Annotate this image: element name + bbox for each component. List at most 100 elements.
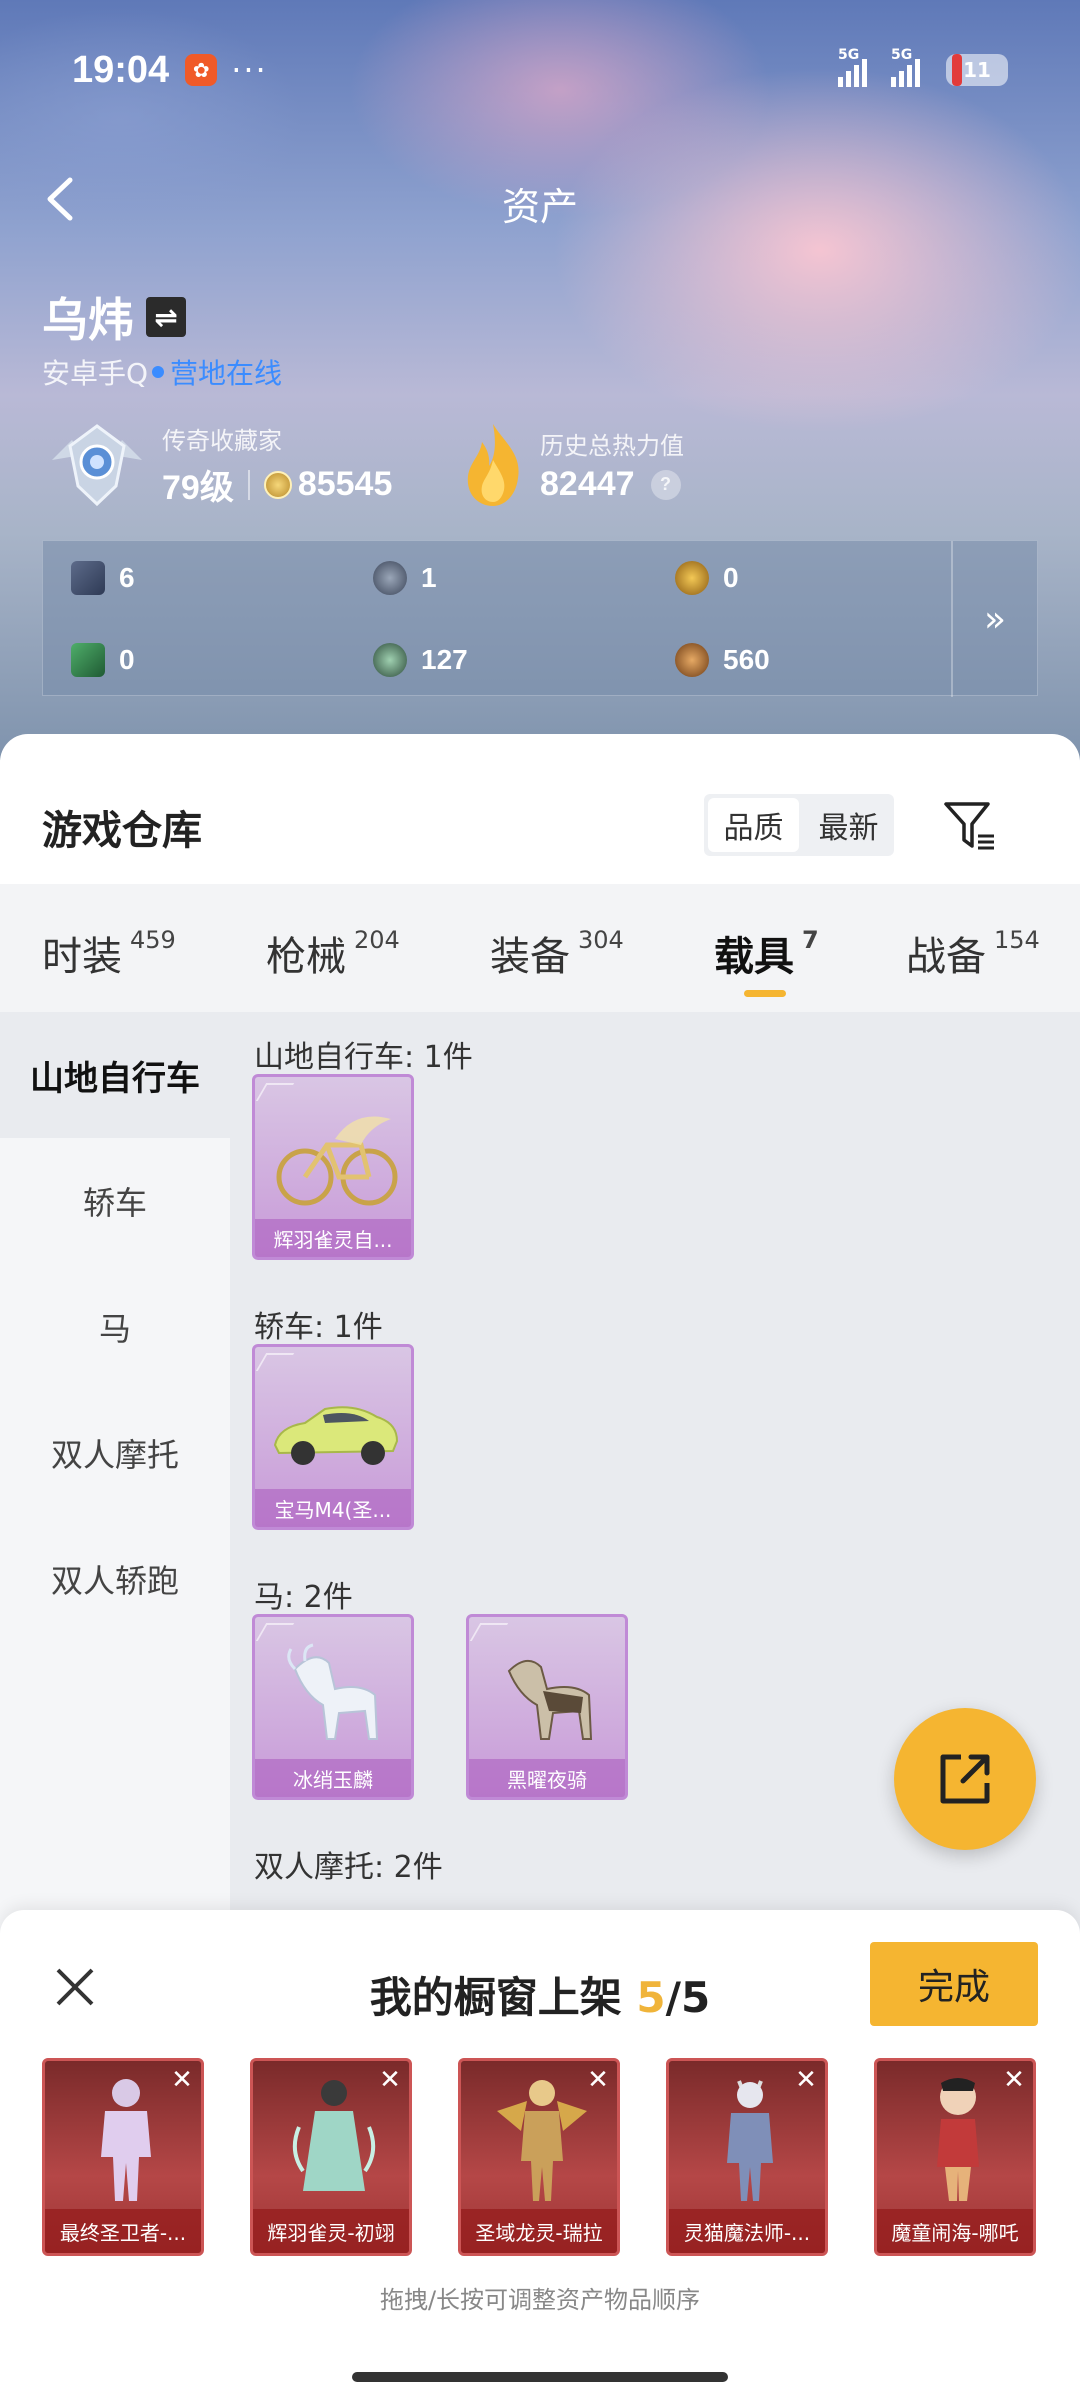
category-tabs: 时装 459 枪械 204 装备 304 载具 7 战备 154 (0, 884, 1080, 1012)
collector-label: 传奇收藏家 (162, 427, 282, 455)
showcase-slot[interactable]: ✕ 魔童闹海-哪吒 (874, 2058, 1036, 2256)
group-title: 双人摩托: 2件 (254, 1850, 443, 1885)
signal-indicators: 5G 5G 11 (838, 47, 1008, 87)
heat-label: 历史总热力值 (540, 432, 684, 460)
stat-item[interactable]: 560 (675, 643, 770, 677)
stat-value: 1 (421, 562, 437, 593)
showcase-slot[interactable]: ✕ 辉羽雀灵-初翊 (250, 2058, 412, 2256)
stat-item[interactable]: 0 (71, 643, 135, 677)
group-title: 轿车: 1件 (254, 1310, 383, 1345)
sidebar-item-car[interactable]: 轿车 (0, 1138, 230, 1264)
tab-count: 304 (578, 926, 624, 954)
rank-badge-icon (52, 424, 142, 507)
horse-art-icon (287, 1643, 379, 1740)
coin-icon (263, 470, 292, 499)
done-button[interactable]: 完成 (870, 1942, 1038, 2026)
showcase-slot[interactable]: ✕ 最终圣卫者-... (42, 2058, 204, 2256)
gold-emblem-icon (675, 561, 709, 595)
signal-icon: 5G (838, 47, 867, 87)
slot-name: 魔童闹海-哪吒 (877, 2209, 1033, 2253)
home-indicator[interactable] (352, 2372, 728, 2382)
showcase-slot[interactable]: ✕ 圣域龙灵-瑞拉 (458, 2058, 620, 2256)
tab-equipment[interactable]: 装备 304 (490, 924, 624, 982)
emblem-icon (373, 561, 407, 595)
item-card[interactable]: 辉羽雀灵自... (252, 1074, 414, 1260)
gem-icon (373, 643, 407, 677)
showcase-sheet: 我的橱窗上架 5/5 完成 ✕ 最终圣卫者-... ✕ 辉羽雀灵-初翊 ✕ 圣域… (0, 1910, 1080, 2400)
sort-toggle: 品质 最新 (704, 794, 894, 856)
character-art-icon (101, 2079, 151, 2201)
remove-icon[interactable]: ✕ (585, 2067, 611, 2093)
item-name: 辉羽雀灵自... (255, 1219, 411, 1257)
active-tab-indicator (744, 990, 786, 997)
share-icon (940, 1754, 990, 1804)
remove-icon[interactable]: ✕ (169, 2067, 195, 2093)
tab-label: 装备 (490, 934, 570, 980)
sort-quality-button[interactable]: 品质 (708, 798, 799, 852)
car-art-icon (273, 1406, 399, 1465)
bronze-coin-icon (675, 643, 709, 677)
share-button[interactable] (894, 1708, 1036, 1850)
bike-art-icon (276, 1116, 398, 1206)
hero-background: 19:04 ✿ ··· 5G 5G 11 资产 乌炜 ⇌ 安卓手Q 营地在线 传… (0, 0, 1080, 760)
sidebar-item-mountain-bike[interactable]: 山地自行车 (0, 1012, 230, 1138)
item-name: 宝马M4(圣... (255, 1489, 411, 1527)
signal-icon: 5G (891, 47, 920, 87)
user-name: 乌炜 ⇌ (42, 284, 186, 350)
tab-count: 154 (994, 926, 1040, 954)
tab-label: 时装 (42, 934, 122, 980)
remove-icon[interactable]: ✕ (377, 2067, 403, 2093)
tab-count: 204 (354, 926, 400, 954)
heat-value: 82447 (540, 465, 635, 503)
item-card[interactable]: 宝马M4(圣... (252, 1344, 414, 1530)
item-card[interactable]: 冰绡玉麟 (252, 1614, 414, 1800)
tab-combat-gear[interactable]: 战备 154 (906, 924, 1040, 982)
stat-value: 0 (119, 644, 135, 675)
expand-stats-icon[interactable]: » (951, 541, 1037, 697)
app-notification-icon: ✿ (185, 54, 218, 86)
sort-newest-button[interactable]: 最新 (803, 794, 894, 856)
showcase-total-count: /5 (665, 1973, 711, 2022)
online-status: 营地在线 (170, 357, 283, 390)
stat-value: 6 (119, 562, 135, 593)
tab-label: 载具 (714, 934, 794, 980)
nav-bar: 资产 (0, 160, 1080, 240)
signal-label: 5G (838, 47, 860, 63)
collector-rank[interactable]: 传奇收藏家 79级 85545 (42, 420, 392, 510)
remove-icon[interactable]: ✕ (793, 2067, 819, 2093)
sidebar-item-two-seat-motorcycle[interactable]: 双人摩托 (0, 1390, 230, 1516)
group-title: 山地自行车: 1件 (254, 1040, 473, 1075)
switch-account-icon[interactable]: ⇌ (146, 297, 186, 337)
tab-fashion[interactable]: 时装 459 (42, 924, 176, 982)
stat-value: 560 (723, 644, 770, 675)
platform-info: 安卓手Q 营地在线 (42, 352, 282, 392)
green-card-icon (71, 643, 105, 677)
help-icon[interactable]: ? (650, 469, 681, 500)
stat-item[interactable]: 1 (373, 561, 437, 595)
stat-item[interactable]: 0 (675, 561, 739, 595)
tab-guns[interactable]: 枪械 204 (266, 924, 400, 982)
filter-icon[interactable] (940, 796, 1000, 856)
slot-name: 灵猫魔法师-... (669, 2209, 825, 2253)
collector-level: 79级 (162, 469, 234, 507)
item-name: 黑曜夜骑 (469, 1759, 625, 1797)
sidebar-item-two-seat-coupe[interactable]: 双人轿跑 (0, 1516, 230, 1642)
showcase-slot[interactable]: ✕ 灵猫魔法师-... (666, 2058, 828, 2256)
showcase-current-count: 5 (636, 1973, 666, 2022)
horse-art-icon (507, 1660, 593, 1740)
heat-value-block: 历史总热力值 82447 ? (456, 420, 684, 510)
stat-item[interactable]: 127 (373, 643, 468, 677)
stat-value: 0 (723, 562, 739, 593)
sidebar-item-horse[interactable]: 马 (0, 1264, 230, 1390)
user-name-text: 乌炜 (42, 293, 134, 347)
character-art-icon (497, 2080, 587, 2201)
status-time: 19:04 (72, 48, 170, 91)
card-icon (71, 561, 105, 595)
reorder-hint: 拖拽/长按可调整资产物品顺序 (379, 2286, 701, 2314)
item-card[interactable]: 黑曜夜骑 (466, 1614, 628, 1800)
tab-vehicles[interactable]: 载具 7 (714, 924, 819, 997)
page-title: 资产 (501, 185, 578, 229)
remove-icon[interactable]: ✕ (1001, 2067, 1027, 2093)
tab-label: 枪械 (266, 934, 346, 980)
stat-item[interactable]: 6 (71, 561, 135, 595)
